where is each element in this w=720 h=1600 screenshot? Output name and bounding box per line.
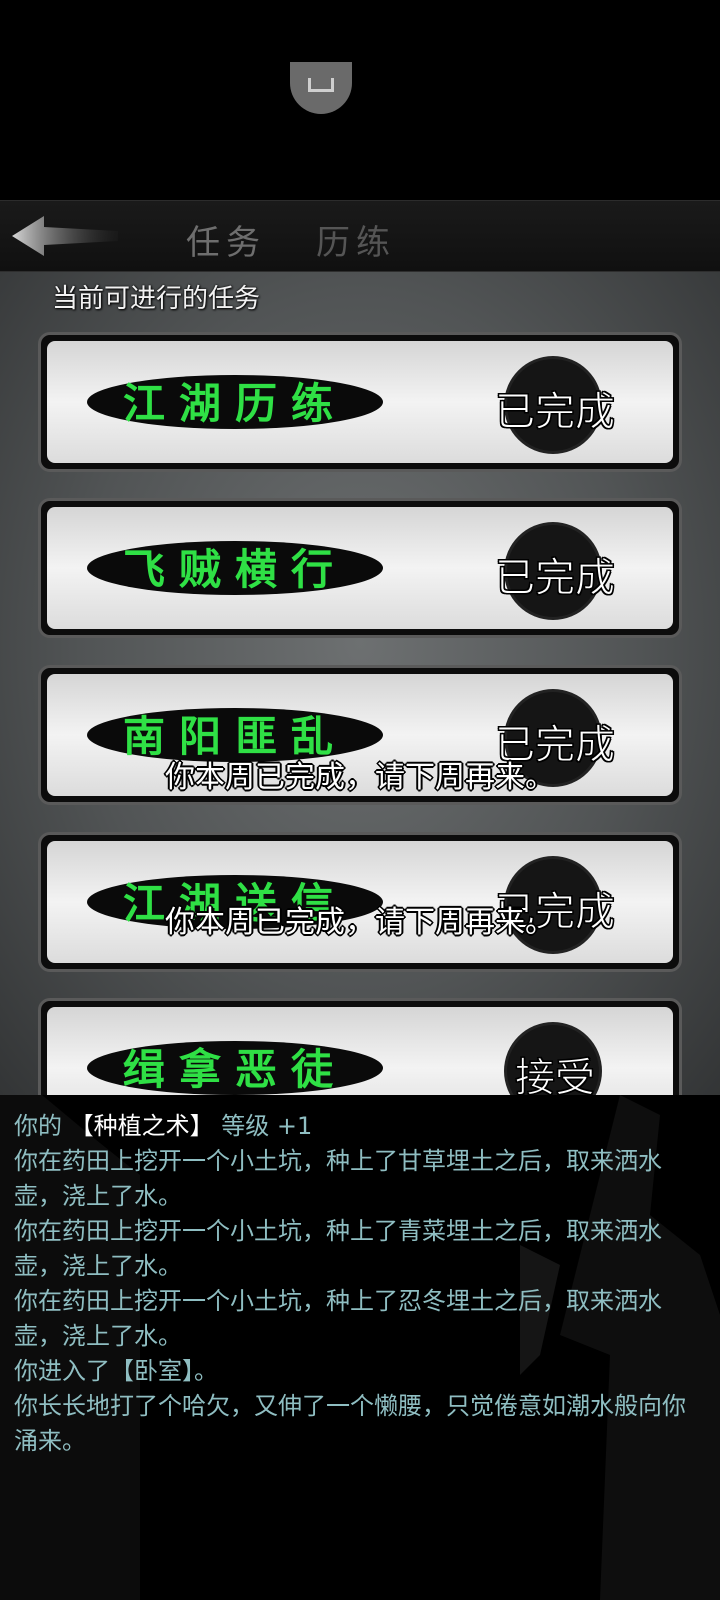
toast-message: 你本周已完成，请下周再来。 xyxy=(165,905,555,940)
log-line: 你在药田上挖开一个小土坑，种上了青菜埋土之后，取来洒水壶，浇上了水。 xyxy=(14,1217,662,1280)
gift-icon[interactable] xyxy=(290,62,352,114)
log-line: 你进入了【卧室】。 xyxy=(14,1357,218,1385)
task-name: 缉拿恶徒 xyxy=(122,1045,347,1094)
toast-message: 你本周已完成，请下周再来。 xyxy=(165,760,555,795)
skill-name: 【种植之术】 xyxy=(69,1112,214,1140)
message-log: 你的 【种植之术】 等级 +1 你在药田上挖开一个小土坑，种上了甘草埋土之后，取… xyxy=(0,1095,720,1600)
task-name: 江湖历练 xyxy=(122,379,347,428)
top-area xyxy=(0,0,720,200)
task-card[interactable]: 飞贼横行 已完成 xyxy=(38,498,682,638)
task-status-completed: 已完成 xyxy=(495,389,616,436)
section-title: 当前可进行的任务 xyxy=(52,284,261,314)
task-name: 飞贼横行 xyxy=(122,545,347,594)
tab-training[interactable]: 历练 xyxy=(316,215,396,264)
tab-tasks[interactable]: 任务 xyxy=(186,215,266,264)
task-list-panel: 当前可进行的任务 江湖历练 已完成 飞贼横行 已完成 南阳匪乱 已完成 江湖送信 xyxy=(0,272,720,1095)
log-content: 你的 【种植之术】 等级 +1 你在药田上挖开一个小土坑，种上了甘草埋土之后，取… xyxy=(14,1109,694,1459)
log-line: 你长长地打了个哈欠，又伸了一个懒腰，只觉倦意如潮水般向你涌来。 xyxy=(14,1392,686,1455)
log-line: 你在药田上挖开一个小土坑，种上了甘草埋土之后，取来洒水壶，浇上了水。 xyxy=(14,1147,662,1210)
task-status-completed: 已完成 xyxy=(495,555,616,602)
log-line: 你的 【种植之术】 等级 +1 xyxy=(14,1112,313,1140)
log-line: 你在药田上挖开一个小土坑，种上了忍冬埋土之后，取来洒水壶，浇上了水。 xyxy=(14,1287,662,1350)
task-card[interactable]: 江湖历练 已完成 xyxy=(38,332,682,472)
header-bar: 任务 历练 xyxy=(0,200,720,273)
accept-button[interactable]: 接受 xyxy=(493,1045,617,1096)
back-arrow-icon[interactable] xyxy=(10,212,120,260)
task-card[interactable]: 缉拿恶徒 接受 xyxy=(38,998,682,1095)
